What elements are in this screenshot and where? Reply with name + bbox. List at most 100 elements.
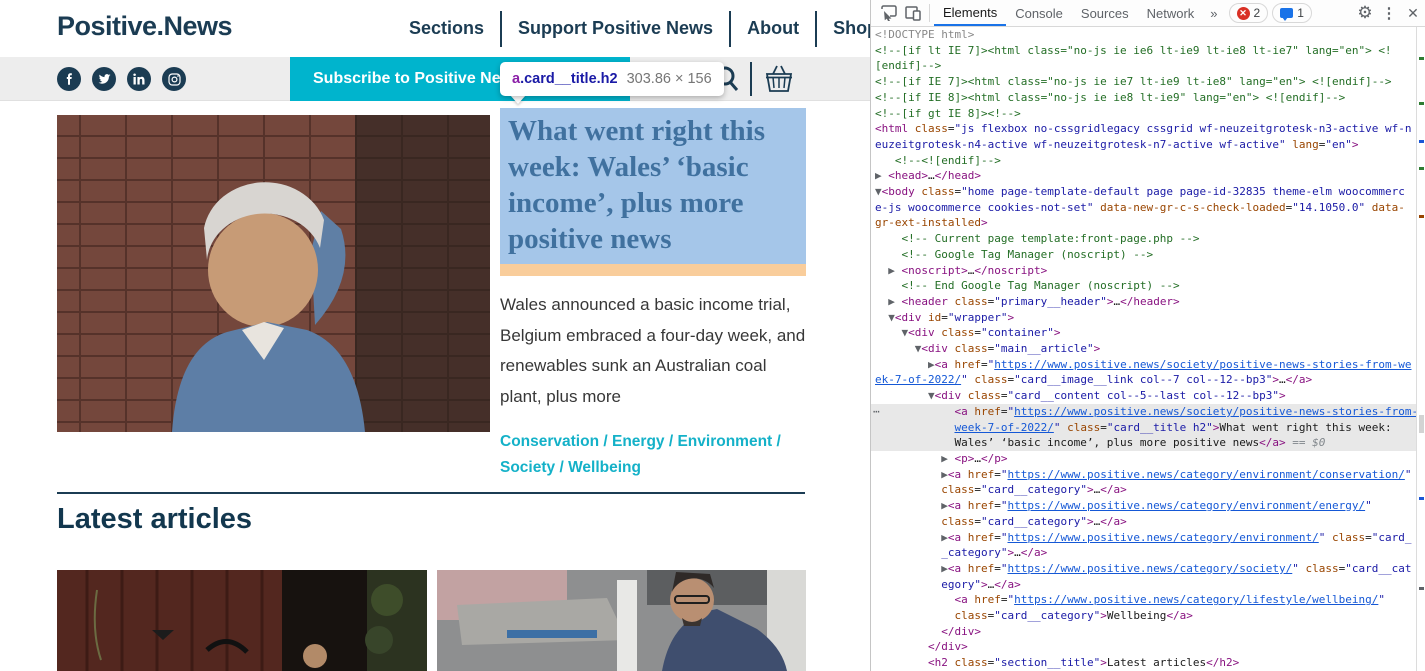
article-title-line: positive news: [508, 221, 800, 257]
devtools-code-line[interactable]: class="card__category">…</a>: [871, 482, 1416, 498]
settings-gear-icon[interactable]: ⚙: [1353, 2, 1377, 24]
devtools-dom-tree: <!DOCTYPE html><!--[if lt IE 7]><html cl…: [871, 27, 1416, 671]
devtools-code-line[interactable]: <!-- Google Tag Manager (noscript) -->: [871, 247, 1416, 263]
utility-bar: Subscribe to Positive Ne Log in: [0, 57, 870, 101]
dom-attribute-link[interactable]: week-7-of-2022/: [954, 421, 1053, 434]
devtools-code-line[interactable]: ▼<div class="card__content col--5--last …: [871, 388, 1416, 404]
article-card-content: What went right this week: Wales’ ‘basic…: [500, 108, 806, 481]
devtools-code-line[interactable]: ▶<a href="https://www.positive.news/cate…: [871, 467, 1416, 483]
devtools-code-line[interactable]: ▶<a href="https://www.positive.news/cate…: [871, 498, 1416, 514]
devtools-code-line[interactable]: </div>: [871, 639, 1416, 655]
devtools-code-line[interactable]: <h2 class="section__title">Latest articl…: [871, 655, 1416, 671]
devtools-code-line[interactable]: <!--[if IE 7]><html class="no-js ie ie7 …: [871, 74, 1416, 90]
category-separator: /: [772, 433, 781, 450]
nav-item-shop[interactable]: Shop: [817, 18, 870, 39]
category-link[interactable]: Conservation: [500, 433, 599, 450]
issue-count: 1: [1297, 6, 1304, 20]
devtools-code-line[interactable]: <!--[if gt IE 8]><!-->: [871, 106, 1416, 122]
tooltip-dimensions: 303.86 × 156: [627, 71, 712, 87]
devtools-code-line[interactable]: ek-7-of-2022/" class="card__image__link …: [871, 372, 1416, 388]
device-toolbar-icon[interactable]: [901, 2, 925, 24]
basket-icon[interactable]: [762, 64, 796, 99]
category-separator: /: [665, 433, 678, 450]
devtools-code-line[interactable]: Wales’ ‘basic income’, plus more positiv…: [871, 435, 1416, 451]
devtools-code-line[interactable]: ▶<a href="https://www.positive.news/cate…: [871, 530, 1416, 546]
devtools-code-line[interactable]: egory">…</a>: [871, 577, 1416, 593]
category-link[interactable]: Wellbeing: [568, 459, 641, 476]
nav-item-about[interactable]: About: [731, 18, 815, 39]
category-link[interactable]: Society: [500, 459, 555, 476]
site-logo[interactable]: Positive.News: [57, 11, 232, 42]
article-excerpt: Wales announced a basic income trial, Be…: [500, 290, 806, 412]
dom-attribute-link[interactable]: https://www.positive.news/category/envir…: [1007, 531, 1318, 544]
devtools-code-line[interactable]: ▶<a href="https://www.positive.news/cate…: [871, 561, 1416, 577]
dom-attribute-link[interactable]: https://www.positive.news/category/socie…: [1007, 562, 1292, 575]
category-link[interactable]: Energy: [612, 433, 665, 450]
tooltip-caret: [510, 95, 526, 104]
devtools-close-icon[interactable]: ✕: [1401, 2, 1425, 24]
devtools-code-line[interactable]: _category">…</a>: [871, 545, 1416, 561]
tab-elements[interactable]: Elements: [934, 0, 1006, 26]
devtools-code-line[interactable]: ▼<div id="wrapper">: [871, 310, 1416, 326]
dom-attribute-link[interactable]: https://www.positive.news/category/lifes…: [1014, 593, 1378, 606]
more-tabs-icon[interactable]: »: [1203, 6, 1224, 21]
social-links: [57, 67, 186, 91]
devtools-code-line[interactable]: [endif]-->: [871, 58, 1416, 74]
inspect-margin-highlight: [500, 264, 806, 276]
inspect-element-icon[interactable]: [877, 2, 901, 24]
devtools-code-line[interactable]: <!-- End Google Tag Manager (noscript) -…: [871, 278, 1416, 294]
nav-item-sections[interactable]: Sections: [393, 18, 500, 39]
tab-sources[interactable]: Sources: [1072, 0, 1138, 26]
dom-attribute-link[interactable]: https://www.positive.news/category/envir…: [1007, 499, 1365, 512]
devtools-code-line[interactable]: </div>: [871, 624, 1416, 640]
article-title-line: income’, plus more: [508, 185, 800, 221]
devtools-code-line[interactable]: week-7-of-2022/" class="card__title h2">…: [871, 420, 1416, 436]
devtools-code-line[interactable]: ⋯ <a href="https://www.positive.news/soc…: [871, 404, 1416, 420]
devtools-code-line[interactable]: class="card__category">Wellbeing</a>: [871, 608, 1416, 624]
devtools-code-line[interactable]: euzeitgrotesk-n4-active wf-neuzeitgrotes…: [871, 137, 1416, 153]
devtools-code-line[interactable]: gr-ext-installed>: [871, 215, 1416, 231]
article-title-highlighted[interactable]: What went right this week: Wales’ ‘basic…: [500, 108, 806, 264]
issues-badge[interactable]: 1: [1272, 3, 1312, 23]
category-link[interactable]: Environment: [677, 433, 772, 450]
devtools-menu-icon[interactable]: ⋮: [1377, 2, 1401, 24]
error-badge[interactable]: ✕ 2: [1229, 3, 1269, 23]
devtools-code-line[interactable]: <a href="https://www.positive.news/categ…: [871, 592, 1416, 608]
devtools-code-line[interactable]: class="card__category">…</a>: [871, 514, 1416, 530]
devtools-code-line[interactable]: <!--[if lt IE 7]><html class="no-js ie i…: [871, 43, 1416, 59]
devtools-code-line[interactable]: <!-- Current page template:front-page.ph…: [871, 231, 1416, 247]
section-title: Latest articles: [57, 503, 252, 536]
article-title-line: What went right this: [508, 113, 800, 149]
devtools-code-line[interactable]: ▼<div class="main__article">: [871, 341, 1416, 357]
twitter-icon[interactable]: [92, 67, 116, 91]
devtools-code-line[interactable]: <html class="js flexbox no-cssgridlegacy…: [871, 121, 1416, 137]
browser-page: Positive.News Sections Support Positive …: [0, 0, 870, 671]
devtools-code-line[interactable]: <!--[if IE 8]><html class="no-js ie ie8 …: [871, 90, 1416, 106]
tab-network[interactable]: Network: [1138, 0, 1204, 26]
devtools-code-line[interactable]: ▼<div class="container">: [871, 325, 1416, 341]
dom-attribute-link[interactable]: ek-7-of-2022/: [875, 373, 961, 386]
devtools-scrollbar[interactable]: [1416, 27, 1425, 671]
tab-console[interactable]: Console: [1006, 0, 1072, 26]
devtools-code-line[interactable]: ▼<body class="home page-template-default…: [871, 184, 1416, 200]
devtools-code-line[interactable]: ▶ <header class="primary__header">…</hea…: [871, 294, 1416, 310]
latest-article-image-1[interactable]: [57, 570, 427, 671]
utility-divider: [750, 62, 752, 96]
hero-article-image[interactable]: [57, 115, 490, 432]
dom-attribute-link[interactable]: https://www.positive.news/society/positi…: [994, 358, 1411, 371]
instagram-icon[interactable]: [162, 67, 186, 91]
linkedin-icon[interactable]: [127, 67, 151, 91]
dom-attribute-link[interactable]: https://www.positive.news/category/envir…: [1007, 468, 1404, 481]
category-separator: /: [599, 433, 612, 450]
latest-article-image-2[interactable]: [437, 570, 806, 671]
facebook-icon[interactable]: [57, 67, 81, 91]
devtools-code-line[interactable]: ▶ <noscript>…</noscript>: [871, 263, 1416, 279]
devtools-code-line[interactable]: ▶<a href="https://www.positive.news/soci…: [871, 357, 1416, 373]
devtools-code-line[interactable]: ▶ <p>…</p>: [871, 451, 1416, 467]
devtools-code-line[interactable]: e-js woocommerce cookies-not-set" data-n…: [871, 200, 1416, 216]
dom-attribute-link[interactable]: https://www.positive.news/society/positi…: [1014, 405, 1416, 418]
nav-item-support[interactable]: Support Positive News: [502, 18, 729, 39]
devtools-code-line[interactable]: <!--<![endif]-->: [871, 153, 1416, 169]
devtools-code-line[interactable]: ▶ <head>…</head>: [871, 168, 1416, 184]
devtools-code-line[interactable]: <!DOCTYPE html>: [871, 27, 1416, 43]
